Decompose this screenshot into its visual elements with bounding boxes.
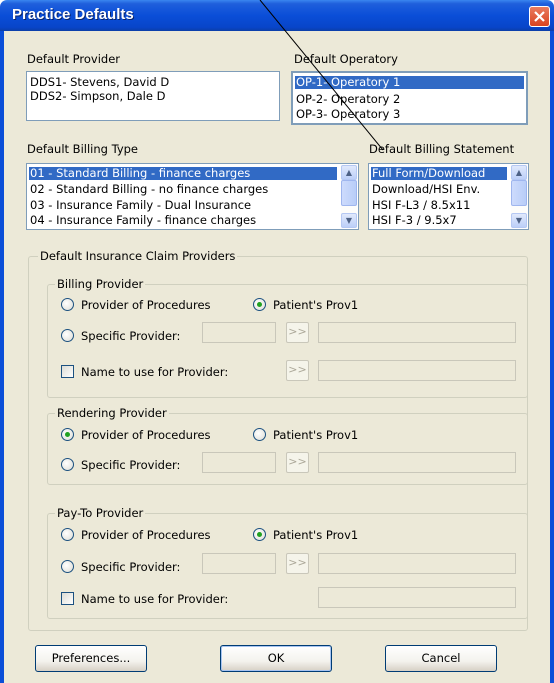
rendering-provider-group: [47, 413, 528, 485]
rendering-provider-of-procedures-label: Provider of Procedures: [81, 428, 211, 442]
pay-to-name-to-use-field[interactable]: [318, 587, 516, 608]
list-item[interactable]: 03 - Insurance Family - Dual Insurance: [29, 199, 337, 212]
pay-to-patients-prov1-radio[interactable]: [253, 528, 266, 541]
default-provider-label: Default Provider: [27, 52, 121, 66]
list-item[interactable]: 04 - Insurance Family - finance charges: [29, 214, 337, 227]
billing-statement-scrollbar[interactable]: ▲ ▼: [511, 165, 527, 228]
close-icon: [534, 11, 545, 22]
claim-providers-label: Default Insurance Claim Providers: [38, 249, 238, 263]
list-item[interactable]: HSI F-L3 / 8.5x11: [371, 199, 507, 212]
rendering-patients-prov1-label: Patient's Prov1: [273, 428, 359, 442]
default-provider-list[interactable]: DDS1- Stevens, David D DDS2- Simpson, Da…: [26, 71, 280, 121]
list-item[interactable]: OP-2- Operatory 2: [295, 93, 524, 106]
default-operatory-list[interactable]: OP-1- Operatory 1 OP-2- Operatory 2 OP-3…: [291, 71, 528, 125]
billing-patients-prov1-radio[interactable]: [253, 298, 266, 311]
pay-to-provider-label: Pay-To Provider: [55, 506, 146, 520]
pay-to-specific-provider-name-field[interactable]: [318, 553, 516, 574]
billing-specific-provider-radio[interactable]: [61, 329, 74, 342]
pay-to-specific-provider-browse-button[interactable]: >>: [286, 553, 309, 574]
rendering-specific-provider-radio[interactable]: [61, 458, 74, 471]
billing-provider-of-procedures-radio[interactable]: [61, 298, 74, 311]
pay-to-provider-of-procedures-radio[interactable]: [61, 528, 74, 541]
pay-to-name-to-use-label: Name to use for Provider:: [81, 592, 229, 606]
pay-to-specific-provider-radio[interactable]: [61, 560, 74, 573]
billing-specific-provider-browse-button[interactable]: >>: [286, 322, 309, 343]
list-item[interactable]: Download/HSI Env.: [371, 183, 507, 196]
billing-provider-label: Billing Provider: [55, 277, 146, 291]
list-item[interactable]: DDS2- Simpson, Dale D: [29, 90, 277, 103]
rendering-specific-provider-browse-button[interactable]: >>: [286, 452, 309, 473]
scroll-down-icon[interactable]: ▼: [511, 213, 527, 228]
pay-to-specific-provider-label: Specific Provider:: [81, 560, 181, 574]
rendering-provider-of-procedures-radio[interactable]: [61, 428, 74, 441]
list-item[interactable]: 02 - Standard Billing - no finance charg…: [29, 183, 337, 196]
rendering-patients-prov1-radio[interactable]: [253, 428, 266, 441]
scroll-down-icon[interactable]: ▼: [341, 213, 357, 228]
list-item[interactable]: DDS1- Stevens, David D: [29, 76, 277, 89]
default-operatory-label: Default Operatory: [294, 52, 398, 66]
default-billing-statement-label: Default Billing Statement: [369, 142, 515, 156]
rendering-specific-provider-label: Specific Provider:: [81, 458, 181, 472]
billing-type-scrollbar[interactable]: ▲ ▼: [341, 165, 357, 228]
window-frame-right: [550, 31, 554, 683]
list-item[interactable]: OP-3- Operatory 3: [295, 108, 524, 121]
billing-name-to-use-checkbox[interactable]: [61, 365, 74, 378]
billing-name-to-use-field[interactable]: [318, 360, 516, 381]
list-item[interactable]: Full Form/Download: [371, 167, 507, 180]
cancel-button[interactable]: Cancel: [385, 645, 497, 672]
window-title: Practice Defaults: [12, 6, 134, 23]
scroll-up-icon[interactable]: ▲: [511, 165, 527, 180]
billing-specific-provider-label: Specific Provider:: [81, 329, 181, 343]
pay-to-provider-of-procedures-label: Provider of Procedures: [81, 528, 211, 542]
default-billing-type-label: Default Billing Type: [27, 142, 139, 156]
pay-to-patients-prov1-label: Patient's Prov1: [273, 528, 359, 542]
pay-to-name-to-use-checkbox[interactable]: [61, 592, 74, 605]
list-item[interactable]: 01 - Standard Billing - finance charges: [29, 167, 337, 180]
rendering-specific-provider-field[interactable]: [202, 452, 276, 473]
billing-name-to-use-browse-button[interactable]: >>: [286, 360, 309, 381]
billing-specific-provider-field[interactable]: [202, 322, 276, 343]
rendering-provider-label: Rendering Provider: [55, 406, 169, 420]
billing-patients-prov1-label: Patient's Prov1: [273, 298, 359, 312]
default-billing-type-list[interactable]: 01 - Standard Billing - finance charges …: [26, 163, 359, 230]
list-item[interactable]: HSI F-3 / 9.5x7: [371, 214, 507, 227]
ok-button[interactable]: OK: [220, 645, 332, 672]
preferences-button[interactable]: Preferences...: [35, 645, 147, 672]
scroll-thumb[interactable]: [341, 180, 357, 206]
close-button[interactable]: [529, 6, 550, 27]
list-item[interactable]: OP-1- Operatory 1: [295, 76, 524, 89]
billing-provider-of-procedures-label: Provider of Procedures: [81, 298, 211, 312]
rendering-specific-provider-name-field[interactable]: [318, 452, 516, 473]
billing-name-to-use-label: Name to use for Provider:: [81, 365, 229, 379]
scroll-thumb[interactable]: [511, 180, 527, 206]
scroll-up-icon[interactable]: ▲: [341, 165, 357, 180]
pay-to-specific-provider-field[interactable]: [202, 553, 276, 574]
default-billing-statement-list[interactable]: Full Form/Download Download/HSI Env. HSI…: [368, 163, 529, 230]
billing-specific-provider-name-field[interactable]: [318, 322, 516, 343]
